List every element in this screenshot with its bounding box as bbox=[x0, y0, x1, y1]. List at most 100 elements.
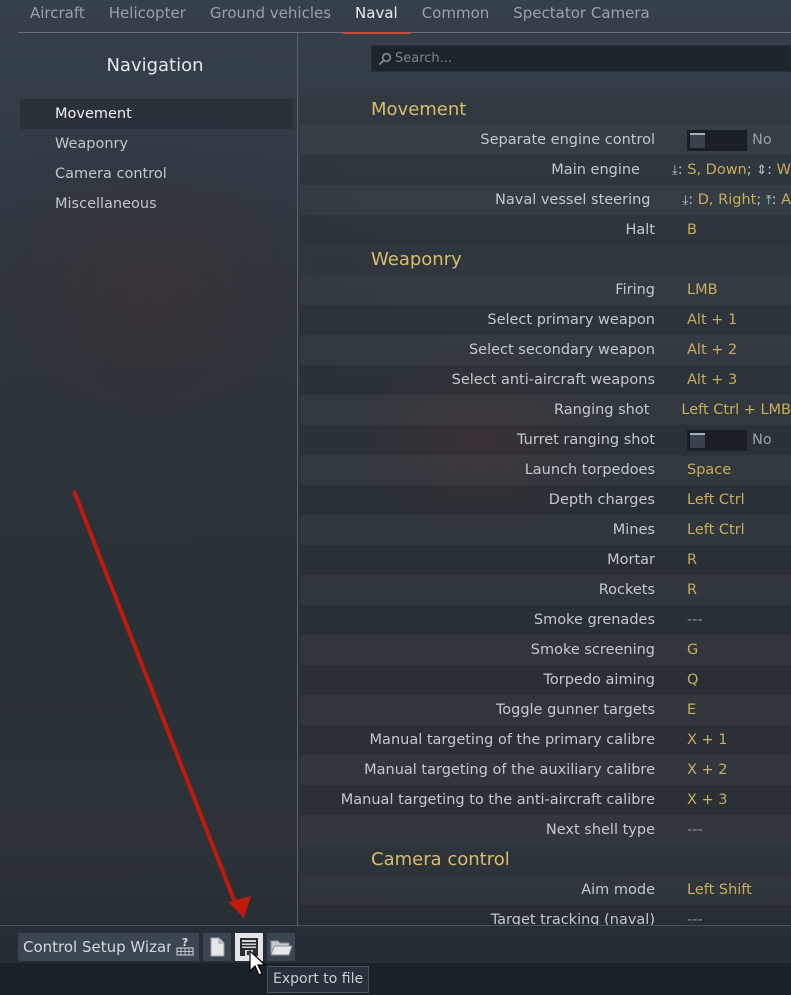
control-row[interactable]: Target tracking (naval) --- bbox=[300, 905, 791, 925]
control-row[interactable]: Manual targeting of the primary calibre X… bbox=[300, 725, 791, 755]
control-binding[interactable]: ⤓: S, Down; ⇕: W bbox=[672, 162, 791, 178]
control-row[interactable]: Aim mode Left Shift bbox=[300, 875, 791, 905]
section-heading-weaponry: Weaponry bbox=[300, 245, 791, 275]
toggle-switch[interactable] bbox=[687, 429, 747, 451]
control-binding[interactable]: B bbox=[687, 222, 697, 238]
control-binding[interactable]: Left Ctrl bbox=[687, 492, 745, 508]
control-label: Torpedo aiming bbox=[543, 672, 656, 688]
camera-rows: Aim mode Left Shift Target tracking (naval… bbox=[300, 875, 791, 925]
binding-keys: S, Down bbox=[687, 162, 747, 178]
control-row[interactable]: Firing LMB bbox=[300, 275, 791, 305]
control-label: Aim mode bbox=[581, 882, 655, 898]
control-row[interactable]: Launch torpedoes Space bbox=[300, 455, 791, 485]
tab-naval[interactable]: Naval bbox=[343, 0, 410, 34]
control-binding[interactable]: Alt + 3 bbox=[687, 372, 737, 388]
toggle-switch[interactable] bbox=[687, 129, 747, 151]
nav-item-camera-control[interactable]: Camera control bbox=[20, 159, 293, 189]
control-binding[interactable]: Alt + 1 bbox=[687, 312, 737, 328]
control-label: Select primary weapon bbox=[487, 312, 655, 328]
keyboard-help-icon: ? bbox=[176, 936, 194, 956]
control-binding[interactable]: LMB bbox=[687, 282, 718, 298]
control-row[interactable]: Select primary weapon Alt + 1 bbox=[300, 305, 791, 335]
toggle-knob bbox=[690, 432, 705, 448]
control-row[interactable]: Next shell type --- bbox=[300, 815, 791, 845]
control-binding[interactable]: Left Ctrl + LMB bbox=[681, 402, 791, 418]
control-label: Ranging shot bbox=[554, 402, 650, 418]
control-row[interactable]: Smoke grenades --- bbox=[300, 605, 791, 635]
control-binding[interactable]: Space bbox=[687, 462, 731, 478]
control-row[interactable]: Mines Left Ctrl bbox=[300, 515, 791, 545]
control-row[interactable]: Toggle gunner targets E bbox=[300, 695, 791, 725]
control-row[interactable]: Halt B bbox=[300, 215, 791, 245]
status-strip bbox=[0, 963, 791, 995]
tab-aircraft[interactable]: Aircraft bbox=[18, 0, 97, 33]
control-binding[interactable]: X + 1 bbox=[687, 732, 728, 748]
control-binding[interactable]: R bbox=[687, 552, 697, 568]
control-label: Manual targeting of the primary calibre bbox=[369, 732, 655, 748]
control-row[interactable]: Rockets R bbox=[300, 575, 791, 605]
toggle-control[interactable]: No bbox=[687, 429, 772, 451]
control-label: Depth charges bbox=[548, 492, 655, 508]
control-row[interactable]: Manual targeting to the anti-aircraft ca… bbox=[300, 785, 791, 815]
control-binding[interactable]: --- bbox=[687, 912, 703, 925]
svg-text:?: ? bbox=[182, 936, 188, 949]
search-input[interactable] bbox=[395, 51, 775, 66]
open-folder-icon bbox=[270, 940, 293, 956]
control-label: Turret ranging shot bbox=[517, 432, 655, 448]
control-label: Launch torpedoes bbox=[524, 462, 655, 478]
tab-spectator-camera[interactable]: Spectator Camera bbox=[501, 0, 661, 33]
control-row[interactable]: Smoke screening G bbox=[300, 635, 791, 665]
control-binding[interactable]: X + 3 bbox=[687, 792, 728, 808]
control-row[interactable]: Torpedo aiming Q bbox=[300, 665, 791, 695]
control-binding[interactable]: Alt + 2 bbox=[687, 342, 737, 358]
control-row[interactable]: Depth charges Left Ctrl bbox=[300, 485, 791, 515]
search-box bbox=[371, 45, 791, 72]
control-row[interactable]: Separate engine control No bbox=[300, 125, 791, 155]
nav-item-miscellaneous[interactable]: Miscellaneous bbox=[20, 189, 293, 219]
control-label: Next shell type bbox=[545, 822, 655, 838]
control-row[interactable]: Select secondary weapon Alt + 2 bbox=[300, 335, 791, 365]
export-tooltip: Export to file bbox=[267, 966, 370, 993]
control-binding[interactable]: G bbox=[687, 642, 698, 658]
control-binding[interactable]: --- bbox=[687, 612, 703, 628]
control-label: Rockets bbox=[598, 582, 655, 598]
control-row[interactable]: Naval vessel steering ⤓: D, Right; ⤒: A bbox=[300, 185, 791, 215]
control-label: Naval vessel steering bbox=[495, 192, 651, 208]
control-row[interactable]: Mortar R bbox=[300, 545, 791, 575]
binding-keys: D, Right bbox=[697, 192, 757, 208]
control-label: Target tracking (naval) bbox=[490, 912, 655, 925]
toggle-separate-engine[interactable]: No bbox=[687, 129, 772, 151]
navigation-title: Navigation bbox=[106, 55, 204, 76]
control-label: Main engine bbox=[551, 162, 640, 178]
tab-common[interactable]: Common bbox=[410, 0, 502, 33]
control-binding[interactable]: Left Ctrl bbox=[687, 522, 745, 538]
control-binding[interactable]: R bbox=[687, 582, 697, 598]
toggle-state: No bbox=[752, 132, 772, 148]
control-binding[interactable]: E bbox=[687, 702, 696, 718]
toggle-state: No bbox=[752, 432, 772, 448]
new-file-button[interactable] bbox=[203, 933, 231, 961]
binding-keys: W bbox=[776, 162, 791, 178]
control-row[interactable]: Select anti-aircraft weapons Alt + 3 bbox=[300, 365, 791, 395]
control-binding[interactable]: ⤓: D, Right; ⤒: A bbox=[683, 192, 791, 208]
control-binding[interactable]: X + 2 bbox=[687, 762, 728, 778]
control-binding[interactable]: --- bbox=[687, 822, 703, 838]
control-row[interactable]: Main engine ⤓: S, Down; ⇕: W bbox=[300, 155, 791, 185]
control-label: Separate engine control bbox=[480, 132, 655, 148]
control-binding[interactable]: Left Shift bbox=[687, 882, 752, 898]
import-from-file-button[interactable] bbox=[267, 933, 295, 961]
control-binding[interactable]: Q bbox=[687, 672, 698, 688]
control-row[interactable]: Manual targeting of the auxiliary calibr… bbox=[300, 755, 791, 785]
mouse-cursor-icon bbox=[249, 950, 267, 976]
control-row[interactable]: Turret ranging shot No bbox=[300, 425, 791, 455]
nav-item-movement[interactable]: Movement bbox=[20, 99, 293, 129]
keyboard-help-button[interactable]: ? bbox=[171, 933, 199, 961]
weaponry-rows: Firing LMB Select primary weapon Alt + 1 Sel… bbox=[300, 275, 791, 845]
tab-ground-vehicles[interactable]: Ground vehicles bbox=[198, 0, 343, 33]
nav-item-weaponry[interactable]: Weaponry bbox=[20, 129, 293, 159]
control-setup-wizard-button[interactable]: Control Setup Wizard bbox=[18, 933, 187, 961]
control-row[interactable]: Ranging shot Left Ctrl + LMB bbox=[300, 395, 791, 425]
controls-list[interactable]: Movement Separate engine control No Main… bbox=[300, 95, 791, 925]
tab-helicopter[interactable]: Helicopter bbox=[97, 0, 198, 33]
control-label: Select anti-aircraft weapons bbox=[451, 372, 655, 388]
